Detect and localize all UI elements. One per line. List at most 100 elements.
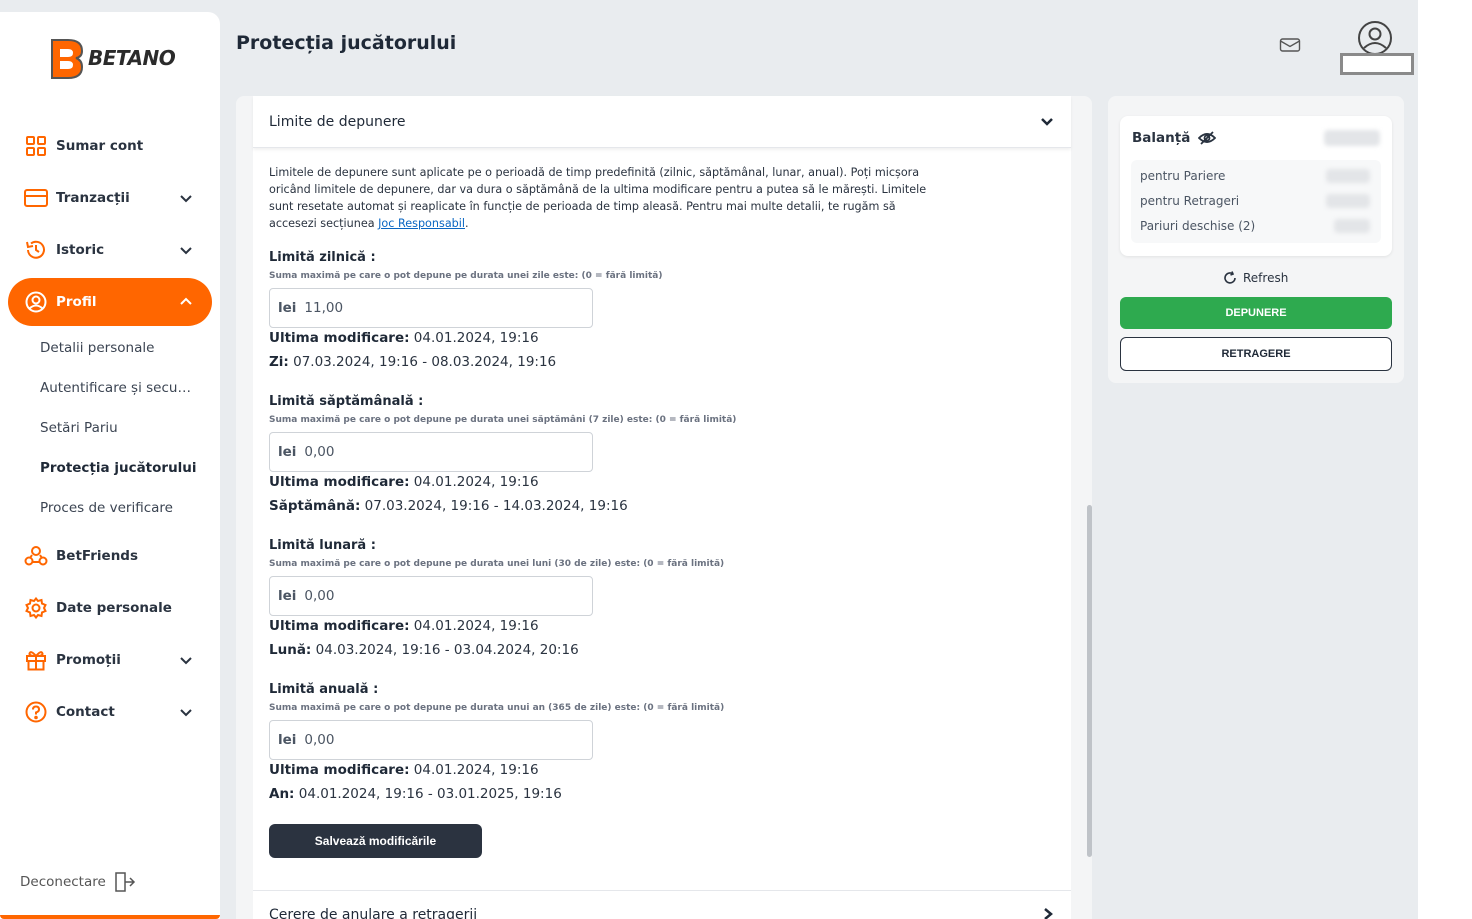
betano-logo-icon	[48, 36, 84, 80]
sidebar-accent-line	[0, 915, 220, 919]
sidebar-subitem-autentificare[interactable]: Autentificare și securitate	[40, 380, 192, 396]
refresh-label: Refresh	[1243, 271, 1289, 285]
sidebar-item-betfriends[interactable]: BetFriends	[8, 532, 212, 580]
help-circle-icon	[24, 700, 48, 724]
sidebar-subitem-setari-pariu[interactable]: Setări Pariu	[40, 420, 200, 436]
yearly-limit-hint: Suma maximă pe care o pot depune pe dura…	[269, 703, 725, 713]
accordion-title: Limite de depunere	[269, 113, 406, 130]
grid-icon	[24, 134, 48, 158]
sidebar-item-label: Date personale	[56, 600, 172, 616]
daily-period: Zi: 07.03.2024, 19:16 - 08.03.2024, 19:1…	[269, 354, 556, 370]
sidebar-item-istoric[interactable]: Istoric	[8, 226, 212, 274]
period-value: 04.03.2024, 19:16 - 03.04.2024, 20:16	[311, 642, 579, 658]
period-label: Săptămână:	[269, 498, 361, 514]
chevron-down-icon	[180, 195, 192, 203]
user-circle-icon	[24, 290, 48, 314]
refresh-button[interactable]: Refresh	[1223, 271, 1288, 285]
responsible-gaming-link[interactable]: Joc Responsabil	[378, 217, 465, 230]
daily-limit-input[interactable]: lei 11,00	[269, 288, 593, 328]
sidebar-item-label: Contact	[56, 704, 115, 720]
yearly-limit-input[interactable]: lei 0,00	[269, 720, 593, 760]
last-modified-value: 04.01.2024, 19:16	[409, 762, 539, 778]
monthly-last-modified: Ultima modificare: 04.01.2024, 19:16	[269, 618, 539, 634]
currency-label: lei	[278, 300, 297, 316]
chevron-right-icon	[1044, 908, 1053, 919]
period-label: Zi:	[269, 354, 289, 370]
yearly-limit-value: 0,00	[304, 732, 335, 748]
period-value: 04.01.2024, 19:16 - 03.01.2025, 19:16	[294, 786, 562, 802]
weekly-limit-value: 0,00	[304, 444, 335, 460]
weekly-limit-title: Limită săptămânală :	[269, 394, 424, 409]
logout-icon	[115, 872, 135, 892]
daily-limit-hint: Suma maximă pe care o pot depune pe dura…	[269, 271, 663, 281]
currency-label: lei	[278, 444, 297, 460]
deposit-button[interactable]: DEPUNERE	[1120, 297, 1392, 329]
chevron-down-icon	[180, 657, 192, 665]
last-modified-value: 04.01.2024, 19:16	[409, 330, 539, 346]
deposit-limits-accordion-header[interactable]: Limite de depunere	[253, 96, 1071, 148]
daily-last-modified: Ultima modificare: 04.01.2024, 19:16	[269, 330, 539, 346]
balance-title: Balanță	[1132, 130, 1191, 146]
sidebar-item-label: Tranzacții	[56, 190, 130, 206]
last-modified-label: Ultima modificare:	[269, 474, 410, 490]
period-label: An:	[269, 786, 295, 802]
monthly-limit-value: 0,00	[304, 588, 335, 604]
yearly-last-modified: Ultima modificare: 04.01.2024, 19:16	[269, 762, 539, 778]
sidebar-item-profil[interactable]: Profil	[8, 278, 212, 326]
intro-text: Limitele de depunere sunt aplicate pe o …	[269, 166, 927, 230]
friends-icon	[24, 544, 48, 568]
sidebar-subitem-protectia-jucatorului[interactable]: Protecția jucătorului	[40, 460, 200, 476]
refresh-icon	[1224, 271, 1236, 284]
page-title: Protecția jucătorului	[236, 32, 457, 54]
balance-row-open-bets[interactable]: Pariuri deschise (2)	[1140, 219, 1255, 233]
logout-label: Deconectare	[20, 874, 106, 890]
sidebar-item-date-personale[interactable]: Date personale	[8, 584, 212, 632]
logo-text: BETANO	[88, 46, 176, 70]
weekly-limit-input[interactable]: lei 0,00	[269, 432, 593, 472]
scrollbar[interactable]	[1087, 505, 1092, 857]
chevron-up-icon	[180, 297, 192, 305]
balance-header: Balanță	[1132, 130, 1217, 146]
weekly-period: Săptămână: 07.03.2024, 19:16 - 14.03.202…	[269, 498, 628, 514]
sidebar-item-label: Profil	[56, 294, 97, 310]
sidebar-subitem-detalii-personale[interactable]: Detalii personale	[40, 340, 200, 356]
chevron-down-icon	[180, 709, 192, 717]
last-modified-value: 04.01.2024, 19:16	[409, 618, 539, 634]
sidebar-item-tranzactii[interactable]: Tranzacții	[8, 174, 212, 222]
balance-row-value-hidden	[1326, 169, 1370, 183]
withdraw-button[interactable]: RETRAGERE	[1120, 337, 1392, 371]
yearly-period: An: 04.01.2024, 19:16 - 03.01.2025, 19:1…	[269, 786, 562, 802]
period-value: 07.03.2024, 19:16 - 08.03.2024, 19:16	[288, 354, 557, 370]
user-account-icon[interactable]	[1357, 20, 1393, 56]
chevron-down-icon	[1041, 118, 1053, 126]
last-modified-label: Ultima modificare:	[269, 618, 410, 634]
logout-link[interactable]: Deconectare	[20, 872, 136, 892]
weekly-limit-hint: Suma maximă pe care o pot depune pe dura…	[269, 415, 737, 425]
sidebar-item-label: Sumar cont	[56, 138, 144, 154]
monthly-limit-title: Limită lunară :	[269, 538, 376, 553]
mail-icon[interactable]	[1279, 36, 1301, 54]
deposit-limits-intro: Limitele de depunere sunt aplicate pe o …	[269, 164, 929, 232]
sidebar-item-label: BetFriends	[56, 548, 139, 564]
sidebar-subitem-proces-verificare[interactable]: Proces de verificare	[40, 500, 200, 516]
daily-limit-value: 11,00	[304, 300, 344, 316]
sidebar-item-label: Istoric	[56, 242, 105, 258]
last-modified-label: Ultima modificare:	[269, 762, 410, 778]
sidebar-item-promotii[interactable]: Promoții	[8, 636, 212, 684]
save-changes-button[interactable]: Salvează modificările	[269, 824, 482, 858]
currency-label: lei	[278, 732, 297, 748]
daily-limit-title: Limită zilnică :	[269, 250, 376, 265]
balance-row-value-hidden	[1334, 219, 1370, 233]
monthly-limit-input[interactable]: lei 0,00	[269, 576, 593, 616]
withdrawal-cancel-accordion-header[interactable]: Cerere de anulare a retragerii	[253, 890, 1071, 919]
chevron-down-icon	[180, 247, 192, 255]
history-icon	[24, 238, 48, 262]
intro-end: .	[465, 217, 469, 230]
eye-off-icon[interactable]	[1198, 131, 1217, 145]
gift-icon	[24, 648, 48, 672]
sidebar-item-contact[interactable]: Contact	[8, 688, 212, 736]
betano-logo[interactable]: BETANO	[48, 36, 176, 80]
username-box[interactable]	[1340, 53, 1414, 75]
yearly-limit-title: Limită anuală :	[269, 682, 379, 697]
sidebar-item-sumar-cont[interactable]: Sumar cont	[8, 122, 212, 170]
